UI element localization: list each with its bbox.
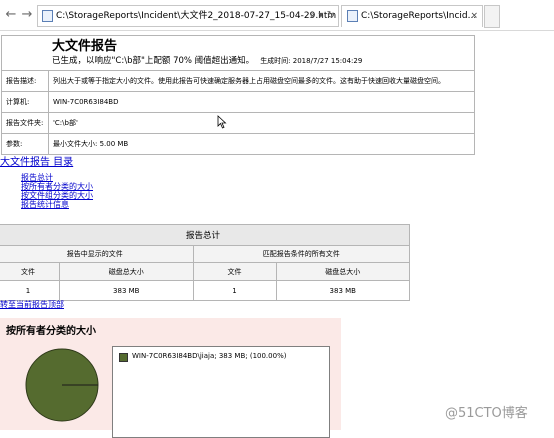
owner-pie-chart: [25, 348, 99, 422]
toc-title[interactable]: 大文件报告 目录: [0, 153, 73, 168]
forward-icon[interactable]: →: [18, 6, 36, 24]
col-files-header-all: 文件: [192, 262, 277, 281]
address-bar[interactable]: C:\StorageReports\Incident\大文件2_2018-07-…: [37, 5, 339, 27]
col-size-header: 磁盘总大小: [59, 262, 194, 281]
back-to-top-link[interactable]: 转至当前报告顶部: [0, 300, 64, 309]
group-all-header: 匹配报告条件的所有文件: [192, 245, 410, 263]
pie-legend: WIN-7C0R63I84BD\jiaja; 383 MB; (100.00%): [112, 346, 330, 438]
browser-tab[interactable]: C:\StorageReports\Incid... ×: [341, 5, 483, 27]
owner-section: 按所有者分类的大小 WIN-7C0R63I84BD\jiaja; 383 MB;…: [0, 318, 341, 438]
col-files-header: 文件: [0, 262, 60, 281]
computer-value: WIN-7C0R63I84BD: [48, 91, 475, 113]
param-value: 最小文件大小: 5.00 MB: [48, 133, 475, 155]
param-label: 参数:: [1, 133, 49, 155]
new-tab-button[interactable]: [484, 5, 500, 28]
back-to-top[interactable]: 转至当前报告顶部: [0, 299, 64, 310]
toc-item-size-by-owner[interactable]: 按所有者分类的大小: [21, 182, 93, 191]
group-shown-header: 报告中显示的文件: [0, 245, 194, 263]
owner-section-title: 按所有者分类的大小: [6, 326, 96, 337]
page-icon: [42, 10, 53, 22]
tab-title: C:\StorageReports\Incid...: [361, 11, 477, 21]
toc-item-size-by-file-group[interactable]: 按文件组分类的大小: [21, 191, 93, 200]
watermark: @51CTO博客: [445, 406, 528, 421]
desc-value: 列出大于或等于指定大小的文件。使用此报告可快速确定服务器上占用磁盘空间最多的文件…: [48, 70, 475, 92]
report-title-cell: 大文件报告 已生成，以响应"C:\b部"上配额 70% 阈值超出通知。 生成时间:…: [1, 35, 475, 71]
generated-time: 生成时间: 2018/7/27 15:04:29: [260, 57, 363, 65]
legend-text: WIN-7C0R63I84BD\jiaja; 383 MB; (100.00%): [132, 352, 287, 360]
all-files-value: 1: [192, 280, 277, 301]
summary-table: 报告总计 报告中显示的文件 匹配报告条件的所有文件 文件 磁盘总大小 文件 磁盘…: [0, 224, 410, 301]
summary-caption: 报告总计: [0, 224, 410, 246]
computer-label: 计算机:: [1, 91, 49, 113]
shown-size-value: 383 MB: [59, 280, 194, 301]
tab-page-icon: [347, 9, 358, 22]
report-subtitle: 已生成，以响应"C:\b部"上配额 70% 阈值超出通知。: [52, 56, 255, 66]
folder-value: 'C:\b部': [48, 112, 475, 134]
tab-close-icon[interactable]: ×: [470, 6, 478, 27]
toc-item-report-statistics[interactable]: 报告统计信息: [21, 200, 69, 209]
col-size-header-all: 磁盘总大小: [275, 262, 410, 281]
folder-label: 报告文件夹:: [1, 112, 49, 134]
report-header-table: 大文件报告 已生成，以响应"C:\b部"上配额 70% 阈值超出通知。 生成时间:…: [1, 35, 475, 155]
toc-title-link[interactable]: 大文件报告 目录: [0, 157, 73, 168]
address-tools-icon[interactable]: ⌕ ▾ ↻: [310, 6, 335, 26]
toc-list: 报告总计 按所有者分类的大小 按文件组分类的大小 报告统计信息: [21, 173, 93, 209]
address-text: C:\StorageReports\Incident\大文件2_2018-07-…: [56, 11, 337, 21]
shown-files-value: 1: [0, 280, 60, 301]
browser-chrome: ← → C:\StorageReports\Incident\大文件2_2018…: [0, 0, 554, 31]
toc-item-report-total[interactable]: 报告总计: [21, 173, 53, 182]
legend-swatch: [119, 353, 128, 362]
desc-label: 报告描述:: [1, 70, 49, 92]
report-title: 大文件报告: [52, 39, 118, 54]
all-size-value: 383 MB: [275, 280, 410, 301]
mouse-cursor-icon: [217, 115, 227, 129]
